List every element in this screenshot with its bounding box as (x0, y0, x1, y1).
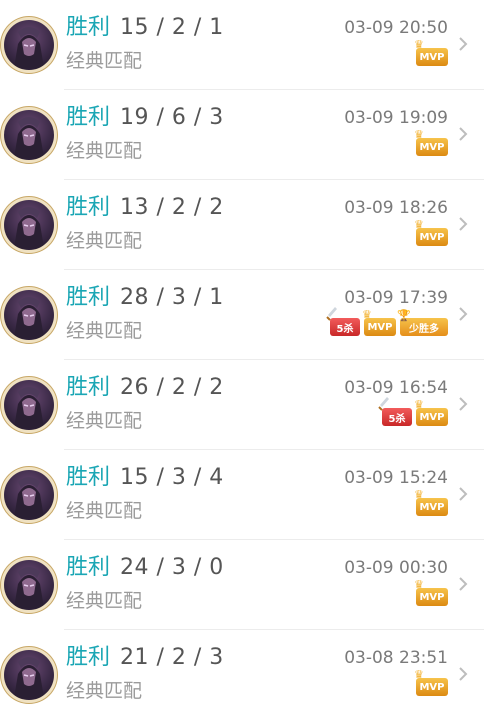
match-result: 胜利 (66, 285, 111, 310)
crown-icon: ♛ (414, 128, 424, 141)
match-row[interactable]: 胜利 24 / 3 / 0 经典匹配 03-09 00:30 ♛ MVP (0, 540, 484, 630)
match-result: 胜利 (66, 645, 111, 670)
chevron-right-icon[interactable] (456, 125, 470, 143)
crown-icon: ♛ (414, 668, 424, 681)
crown-icon: ♛ (414, 398, 424, 411)
chevron-right-icon[interactable] (456, 215, 470, 233)
match-row[interactable]: 胜利 15 / 2 / 1 经典匹配 03-09 20:50 ♛ MVP (0, 0, 484, 90)
match-time: 03-09 18:26 (344, 198, 448, 218)
match-result: 胜利 (66, 15, 111, 40)
match-mode: 经典匹配 (66, 50, 143, 72)
hero-avatar (4, 560, 54, 610)
match-time: 03-09 00:30 (344, 558, 448, 578)
mvp-badge: ♛ MVP (414, 488, 448, 516)
hero-avatar (4, 470, 54, 520)
match-mode: 经典匹配 (66, 680, 143, 702)
match-row[interactable]: 胜利 13 / 2 / 2 经典匹配 03-09 18:26 ♛ MVP (0, 180, 484, 270)
crown-icon: ♛ (414, 488, 424, 501)
trophy-icon: 🏆 (397, 309, 411, 322)
match-mode: 经典匹配 (66, 140, 143, 162)
crown-icon: ♛ (414, 218, 424, 231)
match-title: 胜利 26 / 2 / 2 (66, 374, 224, 402)
match-badges: ♛ MVP (414, 488, 448, 516)
mvp-badge: ♛ MVP (414, 218, 448, 246)
match-history-list: 胜利 15 / 2 / 1 经典匹配 03-09 20:50 ♛ MVP 胜利 19 … (0, 0, 484, 720)
match-title: 胜利 15 / 3 / 4 (66, 464, 224, 492)
match-badges: ♛ MVP (414, 668, 448, 696)
hero-avatar (4, 20, 54, 70)
match-title: 胜利 24 / 3 / 0 (66, 554, 224, 582)
match-mode: 经典匹配 (66, 230, 143, 252)
match-result: 胜利 (66, 105, 111, 130)
hero-avatar (4, 380, 54, 430)
hero-avatar (4, 290, 54, 340)
mvp-badge: ♛ MVP (414, 128, 448, 156)
match-time: 03-09 19:09 (344, 108, 448, 128)
sword-icon (378, 397, 389, 411)
match-badges: ♛ MVP (414, 128, 448, 156)
match-row[interactable]: 胜利 15 / 3 / 4 经典匹配 03-09 15:24 ♛ MVP (0, 450, 484, 540)
match-badges: ♛ MVP (414, 38, 448, 66)
chevron-right-icon[interactable] (456, 665, 470, 683)
match-title: 胜利 19 / 6 / 3 (66, 104, 224, 132)
match-kda: 21 / 2 / 3 (120, 645, 224, 670)
mvp-badge: ♛ MVP (414, 398, 448, 426)
match-mode: 经典匹配 (66, 500, 143, 522)
chevron-right-icon[interactable] (456, 305, 470, 323)
chevron-right-icon[interactable] (456, 35, 470, 53)
hero-avatar (4, 650, 54, 700)
match-result: 胜利 (66, 195, 111, 220)
match-title: 胜利 21 / 2 / 3 (66, 644, 224, 672)
chevron-right-icon[interactable] (456, 575, 470, 593)
match-row[interactable]: 胜利 19 / 6 / 3 经典匹配 03-09 19:09 ♛ MVP (0, 90, 484, 180)
match-time: 03-09 20:50 (344, 18, 448, 38)
match-badges: 5杀 ♛ MVP (378, 397, 448, 426)
match-time: 03-09 16:54 (344, 378, 448, 398)
match-title: 胜利 28 / 3 / 1 (66, 284, 224, 312)
match-result: 胜利 (66, 375, 111, 400)
match-badges: 5杀 ♛ MVP 🏆 少胜多 (326, 307, 448, 336)
match-mode: 经典匹配 (66, 320, 143, 342)
chevron-right-icon[interactable] (456, 485, 470, 503)
match-badges: ♛ MVP (414, 218, 448, 246)
match-row[interactable]: 胜利 28 / 3 / 1 经典匹配 03-09 17:39 5杀 ♛ MVP 🏆 少… (0, 270, 484, 360)
match-time: 03-09 17:39 (344, 288, 448, 308)
match-kda: 13 / 2 / 2 (120, 195, 224, 220)
underdog-win-badge: 🏆 少胜多 (397, 309, 448, 336)
match-kda: 15 / 2 / 1 (120, 15, 224, 40)
hero-avatar (4, 110, 54, 160)
match-result: 胜利 (66, 465, 111, 490)
match-kda: 26 / 2 / 2 (120, 375, 224, 400)
match-row[interactable]: 胜利 21 / 2 / 3 经典匹配 03-08 23:51 ♛ MVP (0, 630, 484, 720)
penta-kill-badge: 5杀 (378, 397, 412, 426)
match-kda: 28 / 3 / 1 (120, 285, 224, 310)
match-kda: 19 / 6 / 3 (120, 105, 224, 130)
match-mode: 经典匹配 (66, 410, 143, 432)
match-kda: 24 / 3 / 0 (120, 555, 224, 580)
chevron-right-icon[interactable] (456, 395, 470, 413)
crown-icon: ♛ (414, 38, 424, 51)
sword-icon (326, 307, 337, 321)
match-row[interactable]: 胜利 26 / 2 / 2 经典匹配 03-09 16:54 5杀 ♛ MVP (0, 360, 484, 450)
match-kda: 15 / 3 / 4 (120, 465, 224, 490)
match-title: 胜利 13 / 2 / 2 (66, 194, 224, 222)
mvp-badge: ♛ MVP (414, 668, 448, 696)
match-badges: ♛ MVP (414, 578, 448, 606)
match-result: 胜利 (66, 555, 111, 580)
crown-icon: ♛ (414, 578, 424, 591)
hero-avatar (4, 200, 54, 250)
crown-icon: ♛ (362, 308, 372, 321)
mvp-badge: ♛ MVP (414, 578, 448, 606)
match-mode: 经典匹配 (66, 590, 143, 612)
mvp-badge: ♛ MVP (414, 38, 448, 66)
match-title: 胜利 15 / 2 / 1 (66, 14, 224, 42)
match-time: 03-09 15:24 (344, 468, 448, 488)
penta-kill-badge: 5杀 (326, 307, 360, 336)
match-time: 03-08 23:51 (344, 648, 448, 668)
mvp-badge: ♛ MVP (362, 308, 396, 336)
